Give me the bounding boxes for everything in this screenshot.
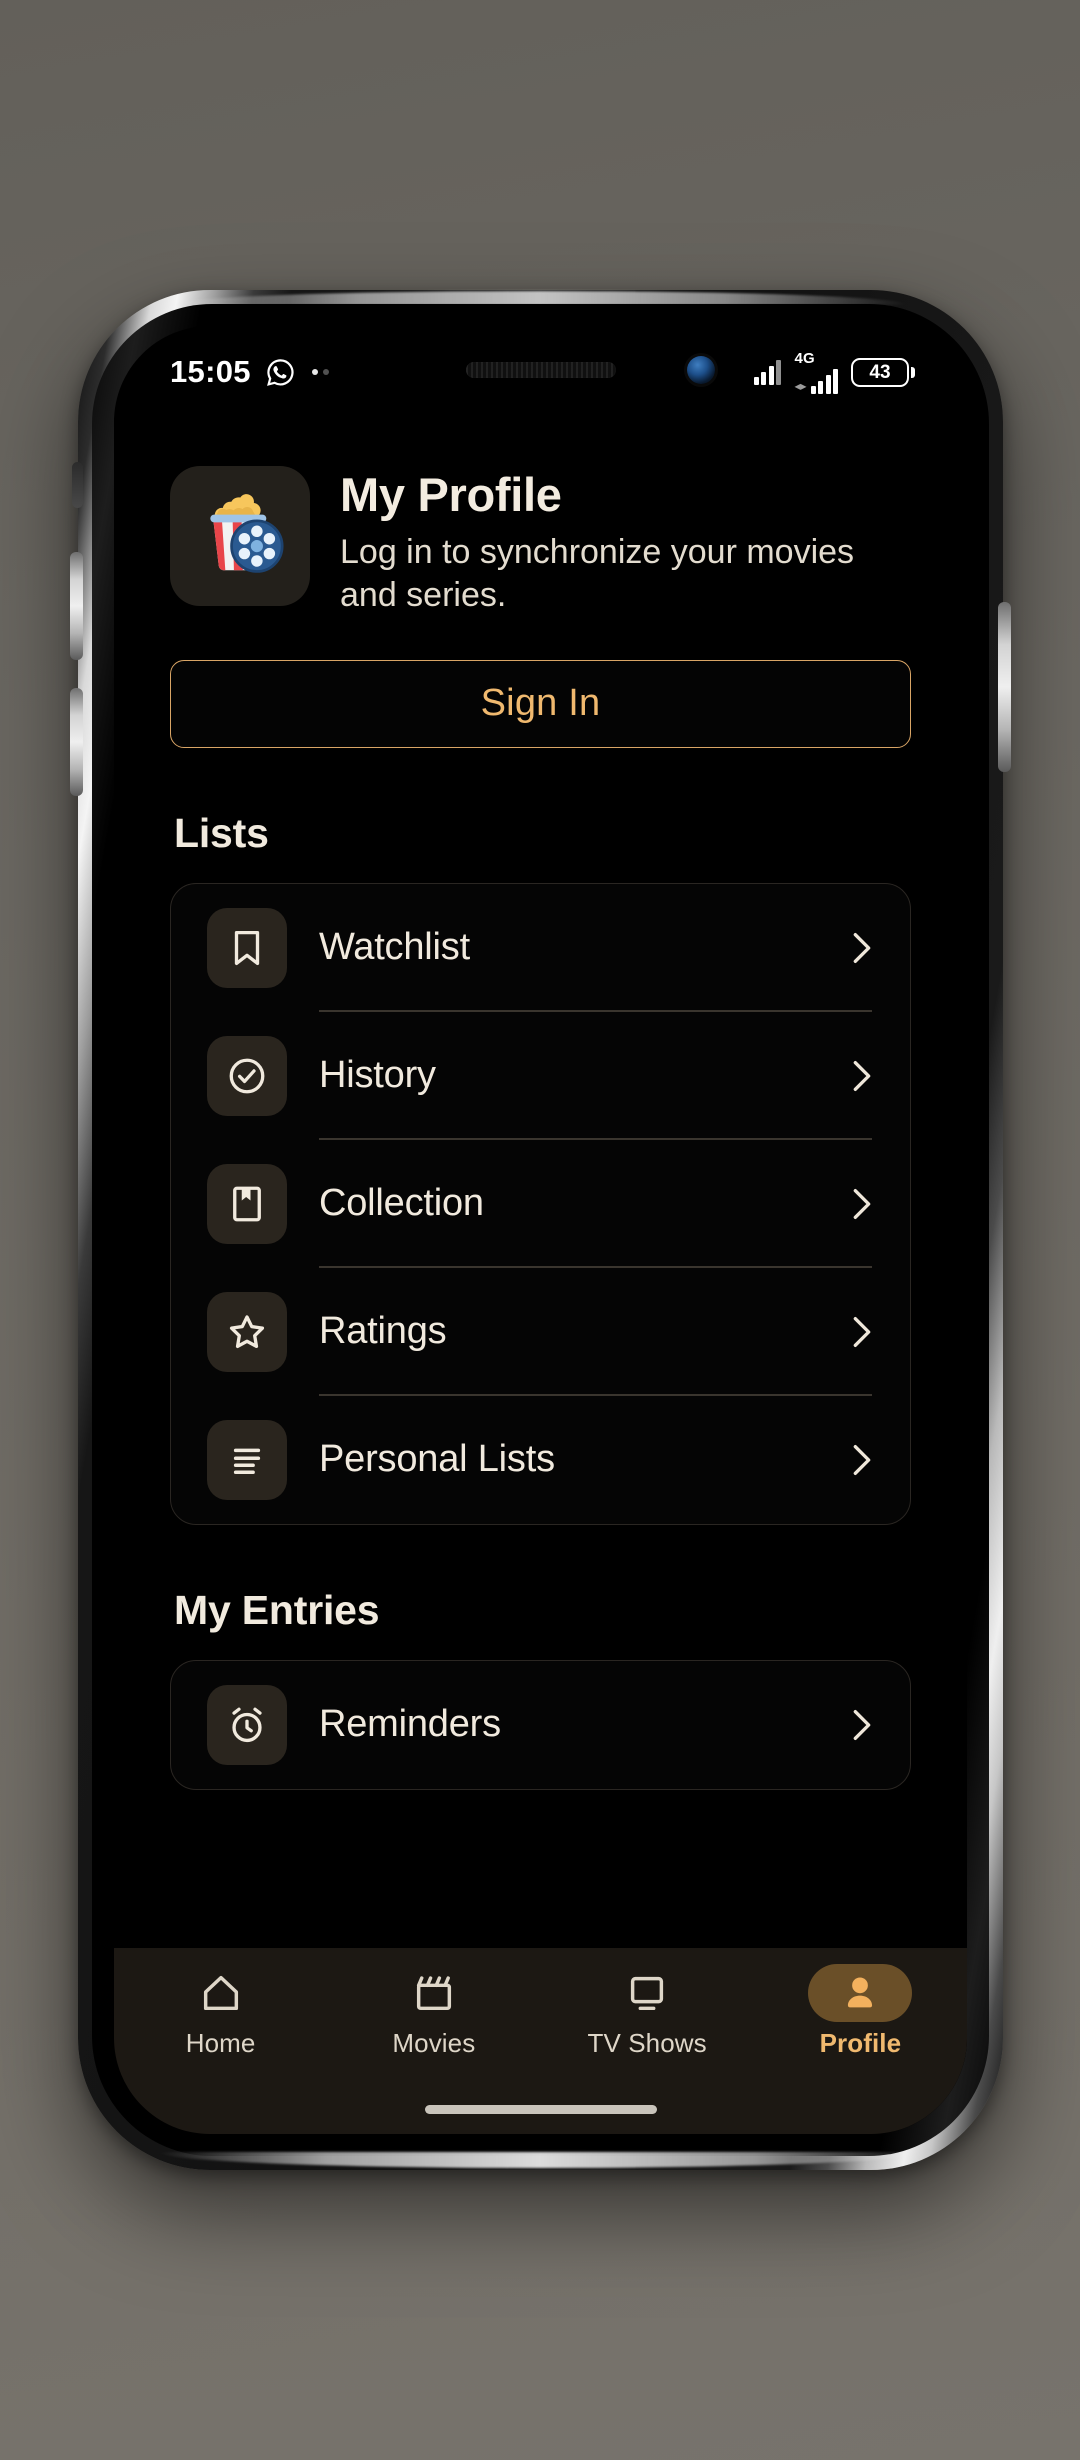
profile-header: My Profile Log in to synchronize your mo… — [114, 418, 967, 618]
nav-item-tv-shows[interactable]: TV Shows — [541, 1964, 754, 2059]
more-dots-icon — [311, 369, 329, 375]
signal-bars-icon — [753, 359, 782, 385]
section-title-my-entries: My Entries — [174, 1586, 380, 1633]
app-content: My Profile Log in to synchronize your mo… — [114, 418, 967, 2134]
home-icon — [203, 1975, 238, 2011]
my-entries-card: Reminders — [170, 1659, 911, 1790]
clapperboard-icon — [416, 1976, 451, 2011]
phone-screen: 15:05 4G ◂▸ 43 My Profile Log in to sync… — [114, 326, 967, 2134]
status-bar: 15:05 4G ◂▸ 43 — [114, 326, 967, 418]
home-indicator[interactable] — [424, 2105, 657, 2114]
list-item-personal-lists[interactable]: Personal Lists — [171, 1396, 910, 1524]
book-mark-icon — [207, 1163, 287, 1244]
chevron-right-icon — [853, 932, 871, 963]
mobile-data-indicator: 4G ◂▸ — [794, 351, 838, 394]
list-item-label: History — [319, 1054, 436, 1097]
section-title-lists: Lists — [174, 809, 269, 856]
list-item-label: Watchlist — [319, 926, 470, 969]
status-clock: 15:05 — [170, 354, 251, 389]
chevron-right-icon — [853, 1444, 871, 1475]
mute-switch[interactable] — [72, 462, 83, 508]
list-item-label: Reminders — [319, 1703, 501, 1746]
chevron-right-icon — [853, 1060, 871, 1091]
person-icon — [848, 1977, 873, 2008]
battery-icon: 43 — [851, 357, 915, 387]
nav-item-movies[interactable]: Movies — [327, 1964, 540, 2059]
network-type-label: 4G — [794, 349, 815, 367]
nav-item-label: Profile — [819, 2028, 902, 2058]
chevron-right-icon — [853, 1709, 871, 1740]
whatsapp-icon — [266, 358, 294, 386]
list-item-label: Ratings — [319, 1310, 447, 1353]
nav-item-label: TV Shows — [587, 2028, 707, 2058]
status-indicators: 4G ◂▸ 43 — [753, 351, 915, 394]
list-item-label: Personal Lists — [319, 1438, 555, 1481]
chevron-right-icon — [853, 1188, 871, 1219]
list-item-watchlist[interactable]: Watchlist — [171, 884, 910, 1012]
list-item-history[interactable]: History — [171, 1012, 910, 1140]
profile-subtitle: Log in to synchronize your movies and se… — [340, 532, 855, 615]
nav-item-profile[interactable]: Profile — [754, 1964, 967, 2059]
sign-in-button[interactable]: Sign In — [170, 659, 911, 748]
signal-bars-icon — [810, 368, 838, 394]
battery-level-label: 43 — [869, 361, 891, 383]
power-button[interactable] — [998, 602, 1011, 772]
alarm-clock-icon — [207, 1684, 287, 1765]
popcorn-film-reel-icon — [170, 466, 310, 606]
star-icon — [207, 1291, 287, 1372]
volume-up-button[interactable] — [70, 688, 83, 796]
profile-scroll-view[interactable]: My Profile Log in to synchronize your mo… — [114, 418, 967, 2134]
bottom-navigation-bar: Home Movies TV Shows Profile — [114, 1948, 967, 2134]
page-title: My Profile — [340, 468, 562, 521]
phone-device: 15:05 4G ◂▸ 43 My Profile Log in to sync… — [70, 290, 1011, 2170]
list-lines-icon — [207, 1419, 287, 1500]
nav-item-label: Movies — [392, 2028, 476, 2058]
check-circle-icon — [207, 1035, 287, 1116]
monitor-icon — [631, 1976, 664, 2011]
list-item-collection[interactable]: Collection — [171, 1140, 910, 1268]
volume-down-button[interactable] — [70, 552, 83, 660]
list-item-reminders[interactable]: Reminders — [171, 1661, 910, 1789]
list-item-ratings[interactable]: Ratings — [171, 1268, 910, 1396]
nav-item-label: Home — [185, 2028, 256, 2058]
nav-item-home[interactable]: Home — [114, 1964, 327, 2059]
bookmark-icon — [207, 907, 287, 988]
chevron-right-icon — [853, 1316, 871, 1347]
data-transfer-icon: ◂▸ — [794, 378, 807, 393]
list-item-label: Collection — [319, 1182, 484, 1225]
lists-card: Watchlist History Collection Ratings Per… — [170, 882, 911, 1525]
